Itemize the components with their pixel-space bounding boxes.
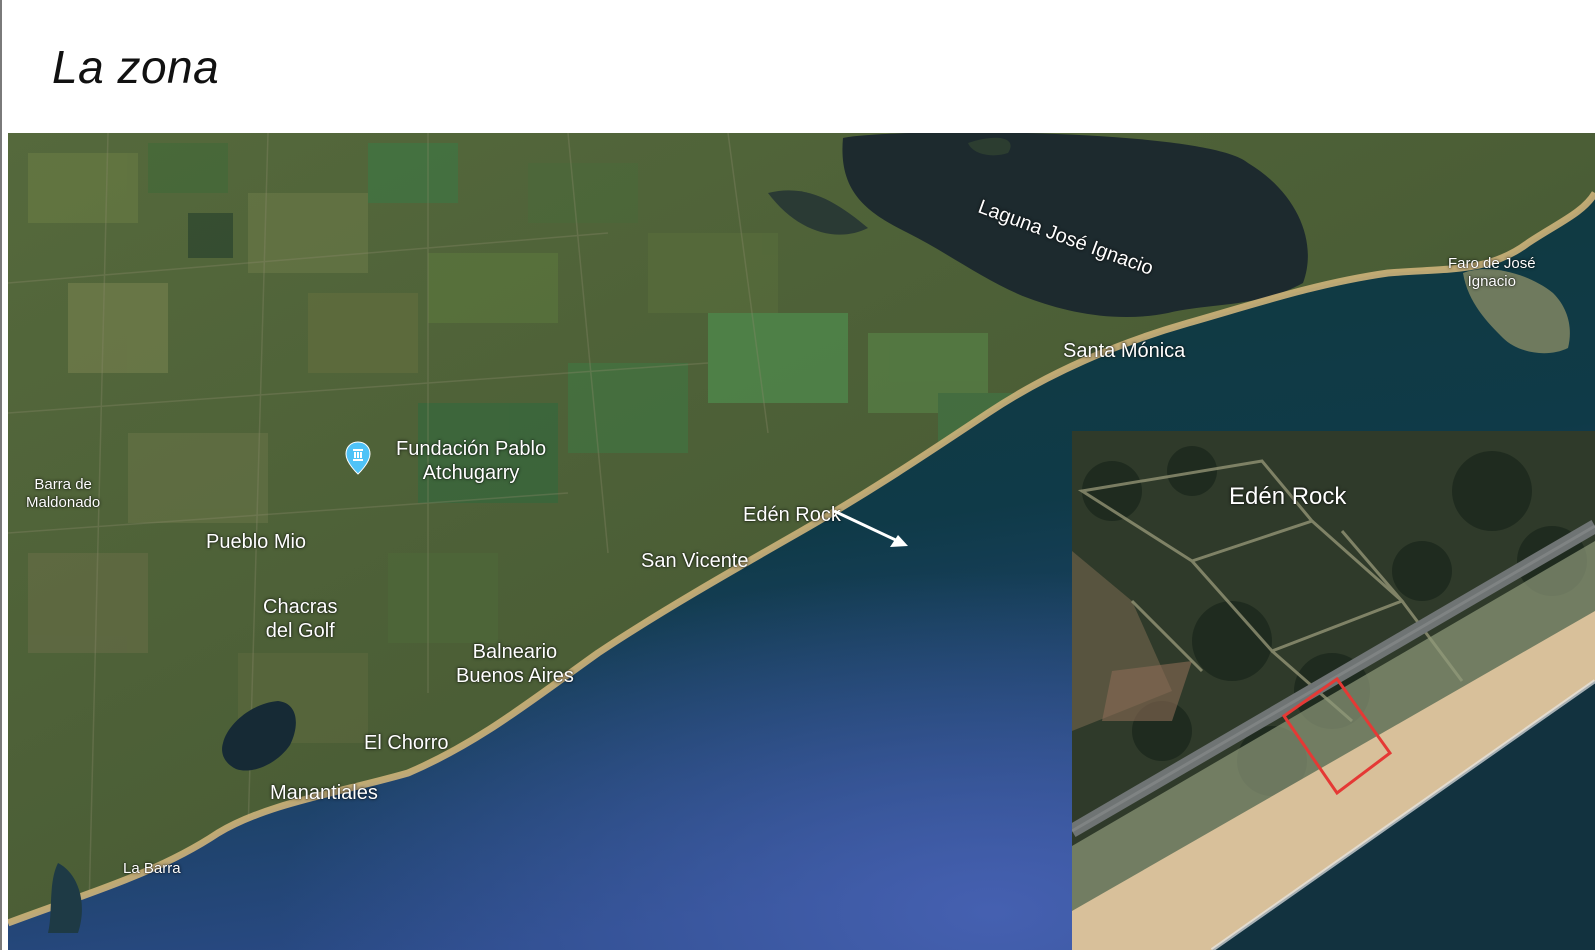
label-chacras-line1: Chacras <box>263 596 338 618</box>
page-title: La zona <box>52 41 220 93</box>
label-san-vicente: San Vicente <box>641 550 749 572</box>
label-barra-line2: Maldonado <box>26 494 101 511</box>
inset-label-eden-rock: Edén Rock <box>1229 483 1347 510</box>
label-la-barra: La Barra <box>123 860 181 877</box>
label-fundacion-pablo-atchugarry: Fundación Pablo Atchugarry <box>396 437 546 485</box>
left-border <box>0 0 2 950</box>
label-fundacion-line2: Atchugarry <box>422 462 520 484</box>
label-pueblo-mio: Pueblo Mio <box>206 531 307 553</box>
label-faro-jose-ignacio: Faro de José Ignacio <box>1448 255 1536 291</box>
inset-detail-map[interactable]: Edén Rock <box>1072 431 1595 950</box>
label-barra-de-maldonado: Barra de Maldonado <box>26 476 100 512</box>
label-balneario-buenos-aires: Balneario Buenos Aires <box>456 640 574 688</box>
label-faro-line2: Ignacio <box>1467 273 1516 290</box>
museum-pin-icon[interactable] <box>345 441 371 475</box>
label-manantiales: Manantiales <box>270 782 378 804</box>
arrow-icon <box>828 505 918 555</box>
label-balneario-line2: Buenos Aires <box>456 665 574 687</box>
label-chacras-del-golf: Chacras del Golf <box>263 595 337 643</box>
satellite-map[interactable]: Laguna José Ignacio Faro de José Ignacio… <box>8 133 1595 950</box>
label-barra-line1: Barra de <box>34 476 92 493</box>
label-fundacion-line1: Fundación Pablo <box>396 438 547 460</box>
label-el-chorro: El Chorro <box>364 732 449 754</box>
label-eden-rock: Edén Rock <box>743 504 841 526</box>
label-chacras-line2: del Golf <box>265 620 335 642</box>
label-balneario-line1: Balneario <box>472 641 558 663</box>
label-santa-monica: Santa Mónica <box>1063 340 1186 362</box>
label-faro-line1: Faro de José <box>1448 255 1536 272</box>
